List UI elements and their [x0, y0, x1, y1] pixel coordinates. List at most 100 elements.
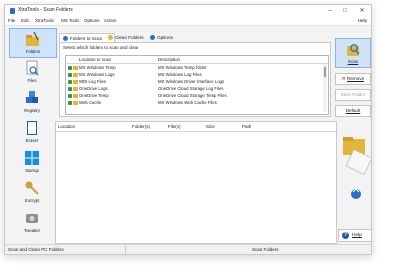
- sidebar-item-tweaker[interactable]: Tweaker: [9, 208, 55, 236]
- folder-icon: [73, 101, 78, 105]
- help-label: Help: [352, 233, 362, 238]
- folder-icon: [73, 66, 78, 70]
- row-description: MS Windows Web Cache Files: [158, 100, 217, 105]
- row-description: OneDrive Cloud Storage Temp Files: [158, 93, 227, 98]
- folder-broom-icon: [26, 31, 39, 46]
- column-header-location[interactable]: Location: [58, 124, 75, 129]
- tab-label: Clean Folders: [115, 35, 144, 40]
- sidebar-item-registry[interactable]: Registry: [9, 88, 55, 116]
- help-info-icon: ?: [342, 232, 349, 239]
- tweaker-icon: [26, 214, 38, 223]
- tab-options[interactable]: Options: [147, 33, 189, 42]
- row-description: MS Windows Log Files: [158, 72, 202, 77]
- sidebar-item-label: Startup: [25, 168, 39, 173]
- tab-label: Folders to Scan: [70, 36, 103, 41]
- column-header-folders[interactable]: Folder(s): [132, 124, 150, 129]
- sidebar-item-startup[interactable]: Startup: [9, 148, 55, 176]
- window-title: XtraTools - Scan Folders: [18, 7, 73, 13]
- tab-icon: [108, 35, 113, 40]
- sidebar-item-label: Encrypt: [24, 198, 40, 203]
- remove-x-icon: ✕: [341, 76, 346, 81]
- row-location: MS Windows Temp: [79, 65, 116, 70]
- table-row[interactable]: Web Cache MS Windows Web Cache Files: [66, 100, 322, 106]
- folders-table: Location to scan Description MS Windows …: [65, 55, 329, 115]
- maximize-button[interactable]: □: [340, 6, 350, 16]
- checkbox[interactable]: [68, 87, 72, 91]
- folders-panel: Select which folders to scan and clear L…: [59, 42, 331, 117]
- close-button[interactable]: ✕: [357, 6, 367, 16]
- menu-options[interactable]: Options: [84, 18, 100, 23]
- column-header-path[interactable]: Path: [242, 124, 251, 129]
- results-table: Location Folder(s) File(s) Size Path: [55, 121, 337, 244]
- column-header-location[interactable]: Location to scan: [79, 57, 111, 62]
- menu-ms-tools[interactable]: MS Tools: [61, 18, 79, 23]
- windows-logo-icon: [25, 151, 39, 165]
- checkbox[interactable]: [68, 101, 72, 105]
- status-divider: [125, 246, 126, 254]
- status-current-tool: Scan Folders: [252, 247, 279, 252]
- remove-label: Remove: [347, 76, 365, 81]
- tab-label: Options: [157, 35, 173, 40]
- menu-action[interactable]: Action: [104, 18, 117, 23]
- table-row[interactable]: WDI Log Files MS Windows Driver Interfac…: [66, 79, 322, 85]
- scan-button[interactable]: Scan: [335, 38, 371, 68]
- action-buttons: Scan ✕ Remove Save Folder Default: [335, 26, 371, 126]
- folders-cleanup-icon: [343, 137, 371, 199]
- save-folder-button[interactable]: Save Folder: [335, 89, 371, 101]
- menu-xtratools[interactable]: XtraTools: [35, 18, 54, 23]
- default-button[interactable]: Default: [335, 105, 371, 117]
- file-search-icon: [26, 60, 39, 76]
- scan-icon: [347, 44, 360, 56]
- menu-edit[interactable]: Edit: [21, 18, 29, 23]
- table-row[interactable]: MS Windows Logs MS Windows Log Files: [66, 72, 322, 78]
- row-location: Web Cache: [79, 100, 102, 105]
- column-header-files[interactable]: File(s): [168, 124, 181, 129]
- sidebar-item-eraser[interactable]: Eraser: [9, 118, 55, 146]
- menu-file[interactable]: File: [8, 18, 15, 23]
- eraser-icon: [27, 121, 37, 135]
- column-header-size[interactable]: Size: [206, 124, 215, 129]
- vertical-scrollbar[interactable]: [323, 64, 327, 112]
- status-bar: Scan and Clean PC Folders Scan Folders: [5, 244, 371, 254]
- row-description: OneDrive Cloud Storage Log Files: [158, 86, 224, 91]
- row-location: OneDrive Temp: [79, 93, 109, 98]
- header-divider: [56, 131, 336, 132]
- remove-button[interactable]: ✕ Remove: [335, 73, 371, 85]
- table-row[interactable]: MS Windows Temp MS Windows Temp folder: [66, 65, 322, 71]
- tab-icon: [150, 35, 155, 40]
- table-row[interactable]: OneDrive Temp OneDrive Cloud Storage Tem…: [66, 93, 322, 99]
- key-icon: [25, 181, 39, 195]
- scan-label: Scan: [347, 59, 359, 64]
- sidebar-item-folders[interactable]: Folders: [9, 28, 57, 58]
- row-location: WDI Log Files: [79, 79, 106, 84]
- sidebar-item-files[interactable]: Files: [9, 58, 55, 86]
- checkbox[interactable]: [68, 80, 72, 84]
- sidebar-item-label: Registry: [24, 108, 40, 113]
- sidebar-item-label: Files: [27, 78, 37, 83]
- scrollbar-thumb[interactable]: [324, 67, 326, 77]
- checkbox[interactable]: [68, 94, 72, 98]
- column-header-description[interactable]: Description: [158, 57, 180, 62]
- sidebar-item-label: Folders: [25, 49, 41, 54]
- sidebar-item-label: Tweaker: [23, 228, 41, 233]
- minimize-button[interactable]: –: [325, 6, 335, 16]
- folder-icon: [73, 73, 78, 77]
- panel-instruction: Select which folders to scan and clear: [63, 45, 139, 50]
- folder-icon: [73, 80, 78, 84]
- registry-cubes-icon: [26, 91, 38, 103]
- table-row[interactable]: OneDrive Logs OneDrive Cloud Storage Log…: [66, 86, 322, 92]
- sidebar-item-label: Eraser: [25, 138, 39, 143]
- tab-bar: Folders to Scan Clean Folders Options: [59, 33, 329, 43]
- row-location: MS Windows Logs: [79, 72, 115, 77]
- menu-bar: File Edit XtraTools MS Tools Options Act…: [5, 17, 371, 26]
- app-window: XtraTools - Scan Folders – □ ✕ File Edit…: [4, 4, 372, 255]
- row-description: MS Windows Temp folder: [158, 65, 207, 70]
- checkbox[interactable]: [68, 66, 72, 70]
- sidebar-item-encrypt[interactable]: Encrypt: [9, 178, 55, 206]
- header-divider: [66, 63, 328, 64]
- status-description: Scan and Clean PC Folders: [8, 247, 64, 252]
- checkbox[interactable]: [68, 73, 72, 77]
- help-button[interactable]: ? Help: [338, 229, 371, 242]
- app-icon: [10, 8, 15, 14]
- menu-help[interactable]: Help: [358, 18, 367, 23]
